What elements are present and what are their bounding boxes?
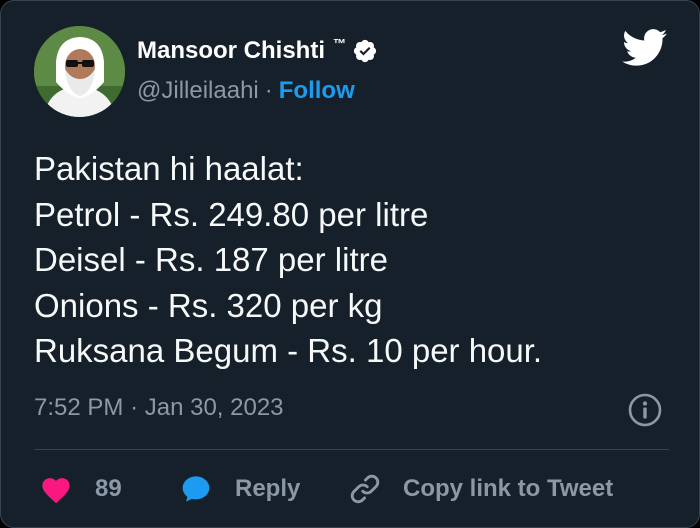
author-name[interactable]: Mansoor Chishti [137, 37, 325, 65]
copy-link-label: Copy link to Tweet [403, 475, 614, 502]
avatar-image [34, 26, 125, 117]
tweet-line: Ruksana Begum - Rs. 10 per hour. [34, 332, 543, 369]
link-icon [350, 474, 380, 504]
tweet-line: Pakistan hi haalat: [34, 150, 304, 187]
avatar[interactable] [34, 26, 125, 117]
tweet-line: Petrol - Rs. 249.80 per litre [34, 195, 429, 233]
trademark-symbol: ™ [333, 35, 347, 51]
handle-separator: · [264, 77, 273, 104]
info-icon[interactable] [627, 392, 663, 428]
reply-label: Reply [235, 475, 301, 502]
twitter-bird-icon[interactable] [622, 29, 668, 67]
tweet-line: Onions - Rs. 320 per kg [34, 286, 383, 324]
tweet-text: Pakistan hi haalat: Petrol - Rs. 249.80 … [34, 146, 674, 374]
heart-icon [42, 478, 70, 504]
handle-row: @Jilleilaahi · Follow [137, 77, 355, 105]
action-bar: 89 Reply Copy link to Tweet [34, 467, 674, 511]
tweet-date: Jan 30, 2023 [144, 394, 284, 421]
verified-badge-icon [353, 39, 377, 63]
timestamp[interactable]: 7:52 PM · Jan 30, 2023 [34, 394, 284, 422]
author-name-row[interactable]: Mansoor Chishti ™ [137, 35, 378, 65]
divider [34, 449, 669, 450]
tweet-line: Deisel - Rs. 187 per litre [34, 241, 388, 278]
author-handle[interactable]: @Jilleilaahi [137, 77, 259, 104]
tweet-card: Mansoor Chishti ™ @Jilleilaahi · Follow Pa… [0, 0, 700, 528]
reply-button[interactable]: Reply [179, 467, 300, 511]
timestamp-separator: · [130, 394, 139, 421]
like-button[interactable]: 89 [39, 467, 122, 511]
tweet-time: 7:52 PM [34, 394, 124, 421]
speech-bubble-icon [182, 476, 210, 502]
like-count: 89 [95, 475, 122, 502]
copy-link-button[interactable]: Copy link to Tweet [347, 467, 613, 511]
follow-button[interactable]: Follow [279, 77, 355, 104]
